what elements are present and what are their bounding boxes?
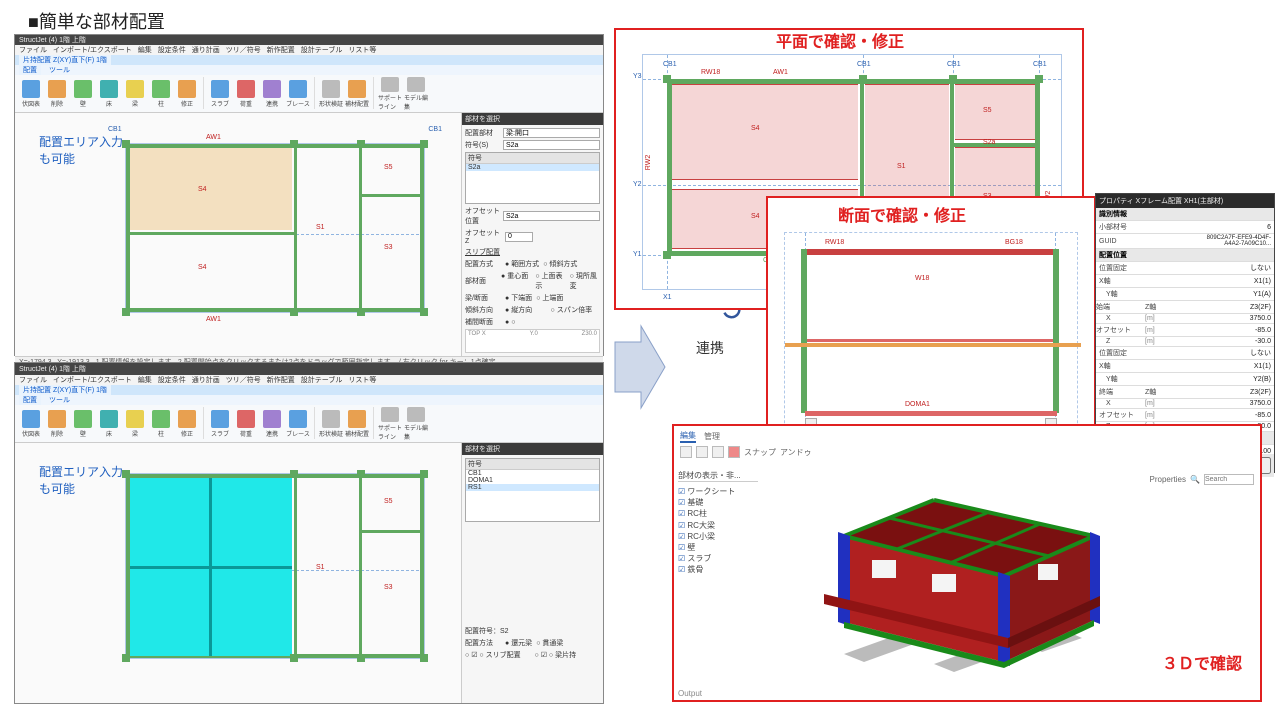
property-header: プロパティ Xフレーム配置 XH1(主部材) <box>1096 194 1274 208</box>
ribbon-btn-モデル編集[interactable]: モデル編集 <box>404 407 428 441</box>
subtabbar-2[interactable]: 配置 ツール <box>15 395 603 405</box>
plan-title: 平面で確認・修正 <box>776 28 904 52</box>
ribbon-btn-修正[interactable]: 修正 <box>175 77 199 111</box>
ribbon-btn-床[interactable]: 床 <box>97 77 121 111</box>
ribbon-btn-伏図表[interactable]: 伏図表 <box>19 77 43 111</box>
menu-item[interactable]: 通り計画 <box>192 45 220 55</box>
symbol-list-2[interactable]: 符号 CB1 DOMA1 RS1 <box>465 458 600 522</box>
section-drawing[interactable]: W18 DOMA1 RW18 BG18 X1 X1.3 <box>784 232 1078 448</box>
link-label: 連携 <box>696 338 724 358</box>
offsetz-input[interactable] <box>505 232 533 242</box>
doc-tab-2[interactable]: 片持配置 Z(XY)直下(F) 1階 <box>19 385 111 395</box>
ribbon-btn-柱[interactable]: 柱 <box>149 77 173 111</box>
menu-item[interactable]: 設計テーブル <box>301 375 343 385</box>
ribbon-btn-壁[interactable]: 壁 <box>71 407 95 441</box>
subtab-layout[interactable]: 配置 <box>19 65 41 75</box>
annot-area-1: 配置エリア入力 も可能 <box>39 133 123 167</box>
ribbon-btn-ブレース[interactable]: ブレース <box>286 77 310 111</box>
ribbon-btn-スラブ[interactable]: スラブ <box>208 407 232 441</box>
menu-item[interactable]: リスト等 <box>348 375 376 385</box>
ribbon-btn-モデル編集[interactable]: モデル編集 <box>404 77 428 111</box>
ribbon-btn-補材配置[interactable]: 補材配置 <box>345 407 369 441</box>
arrow-icon <box>611 322 667 412</box>
radio-range[interactable]: 範囲方式 <box>505 259 539 269</box>
menu-item[interactable]: 通り計画 <box>192 375 220 385</box>
ribbon-btn-梁[interactable]: 梁 <box>123 407 147 441</box>
menu-item[interactable]: ファイル <box>19 45 47 55</box>
ribbon-btn-削除[interactable]: 削除 <box>45 407 69 441</box>
ribbon-btn-荷重[interactable]: 荷重 <box>234 77 258 111</box>
offset-input[interactable] <box>503 211 600 221</box>
menu-item[interactable]: リスト等 <box>348 45 376 55</box>
ribbon-btn-形状検証[interactable]: 形状検証 <box>319 77 343 111</box>
ribbon-btn-荷重[interactable]: 荷重 <box>234 407 258 441</box>
view3d-panel: 編集 管理 スナップ アンドゥ 部材の表示・非... ワークシート基礎RC柱RC… <box>672 424 1262 702</box>
ribbon-btn-サポートライン[interactable]: サポートライン <box>378 407 402 441</box>
section-title: 断面で確認・修正 <box>838 202 966 226</box>
menu-item[interactable]: ツリ／符号 <box>226 375 261 385</box>
ribbon-btn-梁[interactable]: 梁 <box>123 77 147 111</box>
menubar[interactable]: ファイルインポート/エクスポート編集設定条件通り計画ツリ／符号新作配置設計テーブ… <box>15 45 603 55</box>
ribbon-btn-連携[interactable]: 連携 <box>260 407 284 441</box>
ribbon-2: 伏図表削除壁床梁柱修正スラブ荷重連携ブレース形状検証補材配置サポートラインモデル… <box>15 405 603 443</box>
menu-item[interactable]: 設定条件 <box>158 375 186 385</box>
sidepanel-1: 部材を選択 配置部材 符号(S) 符号 S2a オフセット位置 オフセットZ ス… <box>461 113 603 356</box>
sidepanel-header: 部材を選択 <box>462 113 603 125</box>
ribbon-btn-形状検証[interactable]: 形状検証 <box>319 407 343 441</box>
sidepanel-header-2: 部材を選択 <box>462 443 603 455</box>
ribbon: 伏図表削除壁床梁柱修正スラブ荷重連携ブレース形状検証補材配置サポートラインモデル… <box>15 75 603 113</box>
doc-tab[interactable]: 片持配置 Z(XY)直下(F) 1階 <box>19 55 111 65</box>
menu-item[interactable]: インポート/エクスポート <box>53 375 132 385</box>
menubar-2[interactable]: ファイルインポート/エクスポート編集設定条件通り計画ツリ／符号新作配置設計テーブ… <box>15 375 603 385</box>
subtab-tool[interactable]: ツール <box>45 65 74 75</box>
symbol-input[interactable] <box>503 140 600 150</box>
ribbon-btn-修正[interactable]: 修正 <box>175 407 199 441</box>
doc-tabbar-2[interactable]: 片持配置 Z(XY)直下(F) 1階 <box>15 385 603 395</box>
ribbon-btn-連携[interactable]: 連携 <box>260 77 284 111</box>
appwin-1: StructJet (4) 1階 上階 ファイルインポート/エクスポート編集設定… <box>14 34 604 356</box>
page-title: ■簡単な部材配置 <box>28 8 165 34</box>
ribbon-btn-サポートライン[interactable]: サポートライン <box>378 77 402 111</box>
member-input[interactable] <box>503 128 600 138</box>
subtabbar[interactable]: 配置 ツール <box>15 65 603 75</box>
ribbon-btn-柱[interactable]: 柱 <box>149 407 173 441</box>
doc-tabbar[interactable]: 片持配置 Z(XY)直下(F) 1階 <box>15 55 603 65</box>
ribbon-btn-伏図表[interactable]: 伏図表 <box>19 407 43 441</box>
sidepanel-2: 部材を選択 符号 CB1 DOMA1 RS1 配置符号：S2 配置方法還元梁貫通… <box>461 443 603 703</box>
menu-item[interactable]: インポート/エクスポート <box>53 45 132 55</box>
menu-item[interactable]: 新作配置 <box>267 375 295 385</box>
menu-item[interactable]: 編集 <box>138 45 152 55</box>
menu-item[interactable]: 編集 <box>138 375 152 385</box>
property-table[interactable]: 識別情報 小部材号6 GUID809C2A7F-EFE9-4D4F-A4A2-7… <box>1096 208 1274 454</box>
appwin-2: StructJet (4) 1階 上階 ファイルインポート/エクスポート編集設定… <box>14 362 604 704</box>
ribbon-btn-補材配置[interactable]: 補材配置 <box>345 77 369 111</box>
ribbon-btn-削除[interactable]: 削除 <box>45 77 69 111</box>
menu-item[interactable]: 新作配置 <box>267 45 295 55</box>
drawpane-2[interactable]: 配置エリア入力 も可能 <box>15 443 461 703</box>
ribbon-btn-ブレース[interactable]: ブレース <box>286 407 310 441</box>
menu-item[interactable]: 設定条件 <box>158 45 186 55</box>
ribbon-btn-床[interactable]: 床 <box>97 407 121 441</box>
menu-item[interactable]: ツリ／符号 <box>226 45 261 55</box>
view3d-title: ３Ｄで確認 <box>1162 650 1242 674</box>
titlebar: StructJet (4) 1階 上階 <box>15 35 603 45</box>
menu-item[interactable]: ファイル <box>19 375 47 385</box>
annot-area-2: 配置エリア入力 も可能 <box>39 463 123 497</box>
menu-item[interactable]: 設計テーブル <box>301 45 343 55</box>
ribbon-btn-壁[interactable]: 壁 <box>71 77 95 111</box>
drawpane-1[interactable]: 配置エリア入力 も可能 <box>15 113 461 356</box>
symbol-list[interactable]: 符号 S2a <box>465 152 600 204</box>
ribbon-btn-スラブ[interactable]: スラブ <box>208 77 232 111</box>
radio-slope[interactable]: 傾斜方式 <box>543 259 577 269</box>
titlebar-2: StructJet (4) 1階 上階 <box>15 363 603 375</box>
